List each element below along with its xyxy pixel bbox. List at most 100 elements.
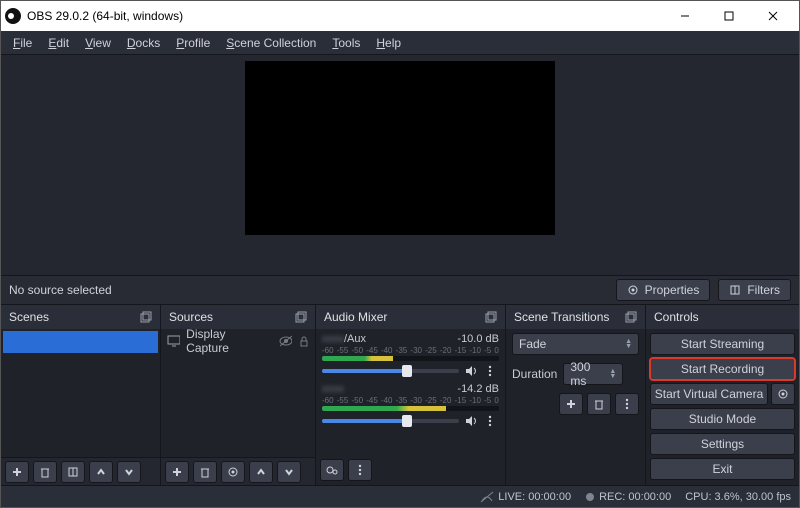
filters-button[interactable]: Filters — [718, 279, 791, 301]
volume-slider[interactable] — [322, 419, 459, 423]
trash-icon — [199, 466, 211, 478]
plus-icon — [171, 466, 183, 478]
window-title: OBS 29.0.2 (64-bit, windows) — [27, 9, 183, 23]
source-properties-button[interactable] — [221, 461, 245, 483]
transition-selected-label: Fade — [519, 337, 546, 351]
mixer-track: xxxx/Aux-10.0 dB -60-55-50-45-40-35-30-2… — [316, 329, 505, 379]
volume-slider[interactable] — [322, 369, 459, 373]
controls-header: Controls — [646, 305, 799, 329]
source-item-label: Display Capture — [186, 329, 266, 355]
start-recording-button[interactable]: Start Recording — [650, 358, 795, 380]
speaker-icon[interactable] — [465, 365, 479, 377]
properties-label: Properties — [645, 283, 700, 297]
speaker-icon[interactable] — [465, 415, 479, 427]
trash-icon — [593, 398, 605, 410]
scene-filter-button[interactable] — [61, 461, 85, 483]
remove-transition-button[interactable] — [587, 393, 611, 415]
menu-file[interactable]: File — [7, 34, 38, 52]
transitions-title: Scene Transitions — [514, 310, 609, 324]
mixer-track: xxxx-14.2 dB -60-55-50-45-40-35-30-25-20… — [316, 379, 505, 429]
move-source-up-button[interactable] — [249, 461, 273, 483]
menu-view[interactable]: View — [79, 34, 117, 52]
popout-icon[interactable] — [625, 311, 637, 323]
dots-vertical-icon — [354, 464, 366, 476]
sources-title: Sources — [169, 310, 213, 324]
stepper-arrows-icon: ▲▼ — [625, 339, 632, 349]
add-transition-button[interactable] — [559, 393, 583, 415]
stepper-arrows-icon: ▲▼ — [609, 369, 616, 379]
chevron-down-icon — [123, 466, 135, 478]
properties-button[interactable]: Properties — [616, 279, 711, 301]
docks-area: Scenes Sources Dis — [1, 305, 799, 485]
scene-item-selected[interactable] — [3, 331, 158, 353]
chevron-up-icon — [255, 466, 267, 478]
source-item[interactable]: Display Capture — [161, 329, 315, 353]
transition-select[interactable]: Fade ▲▼ — [512, 333, 639, 355]
exit-button[interactable]: Exit — [650, 458, 795, 480]
lock-icon[interactable] — [298, 335, 309, 347]
scenes-dock: Scenes — [1, 305, 161, 485]
move-source-down-button[interactable] — [277, 461, 301, 483]
chevron-down-icon — [283, 466, 295, 478]
menu-tools[interactable]: Tools — [326, 34, 366, 52]
preview-canvas[interactable] — [245, 61, 555, 235]
add-scene-button[interactable] — [5, 461, 29, 483]
duration-label: Duration — [512, 367, 557, 381]
duration-input[interactable]: 300 ms ▲▼ — [563, 363, 623, 385]
transitions-dock: Scene Transitions Fade ▲▼ Duration 300 m… — [506, 305, 646, 485]
duration-value: 300 ms — [570, 360, 609, 388]
close-button[interactable] — [751, 1, 795, 31]
virtual-camera-settings-button[interactable] — [771, 383, 795, 405]
menu-docks[interactable]: Docks — [121, 34, 166, 52]
move-scene-down-button[interactable] — [117, 461, 141, 483]
gears-icon — [325, 464, 339, 476]
start-virtual-camera-button[interactable]: Start Virtual Camera — [650, 383, 768, 405]
transitions-header: Scene Transitions — [506, 305, 645, 329]
dots-vertical-icon[interactable] — [485, 365, 499, 377]
sources-dock: Sources Display Capture — [161, 305, 316, 485]
remove-source-button[interactable] — [193, 461, 217, 483]
popout-icon[interactable] — [140, 311, 152, 323]
controls-dock: Controls Start Streaming Start Recording… — [646, 305, 799, 485]
titlebar: OBS 29.0.2 (64-bit, windows) — [1, 1, 799, 31]
move-scene-up-button[interactable] — [89, 461, 113, 483]
status-cpu: CPU: 3.6%, 30.00 fps — [685, 491, 791, 503]
minimize-button[interactable] — [663, 1, 707, 31]
audio-meter — [322, 406, 499, 411]
settings-button[interactable]: Settings — [650, 433, 795, 455]
status-live-text: LIVE: 00:00:00 — [498, 491, 571, 503]
scenes-title: Scenes — [9, 310, 49, 324]
menu-edit[interactable]: Edit — [42, 34, 75, 52]
dots-vertical-icon[interactable] — [485, 415, 499, 427]
filters-label: Filters — [747, 283, 780, 297]
menu-profile[interactable]: Profile — [170, 34, 216, 52]
preview-area — [1, 55, 799, 275]
dots-vertical-icon — [621, 398, 633, 410]
menu-scene-collection[interactable]: Scene Collection — [220, 34, 322, 52]
studio-mode-button[interactable]: Studio Mode — [650, 408, 795, 430]
signal-icon — [480, 491, 494, 503]
start-streaming-button[interactable]: Start Streaming — [650, 333, 795, 355]
record-dot-icon — [585, 492, 595, 502]
plus-icon — [565, 398, 577, 410]
transition-menu-button[interactable] — [615, 393, 639, 415]
menu-help[interactable]: Help — [370, 34, 407, 52]
controls-title: Controls — [654, 310, 699, 324]
audio-mixer-dock: Audio Mixer xxxx/Aux-10.0 dB -60-55-50-4… — [316, 305, 506, 485]
popout-icon[interactable] — [295, 311, 307, 323]
maximize-button[interactable] — [707, 1, 751, 31]
app-window: OBS 29.0.2 (64-bit, windows) File Edit V… — [0, 0, 800, 508]
add-source-button[interactable] — [165, 461, 189, 483]
remove-scene-button[interactable] — [33, 461, 57, 483]
visibility-icon[interactable] — [279, 335, 292, 347]
popout-icon[interactable] — [485, 311, 497, 323]
status-bar: LIVE: 00:00:00 REC: 00:00:00 CPU: 3.6%, … — [1, 485, 799, 507]
chevron-up-icon — [95, 466, 107, 478]
filters-icon — [729, 284, 741, 296]
mixer-menu-button[interactable] — [348, 459, 372, 481]
plus-icon — [11, 466, 23, 478]
mixer-advanced-button[interactable] — [320, 459, 344, 481]
status-rec-text: REC: 00:00:00 — [599, 491, 671, 503]
display-icon — [167, 335, 180, 347]
menubar: File Edit View Docks Profile Scene Colle… — [1, 31, 799, 55]
